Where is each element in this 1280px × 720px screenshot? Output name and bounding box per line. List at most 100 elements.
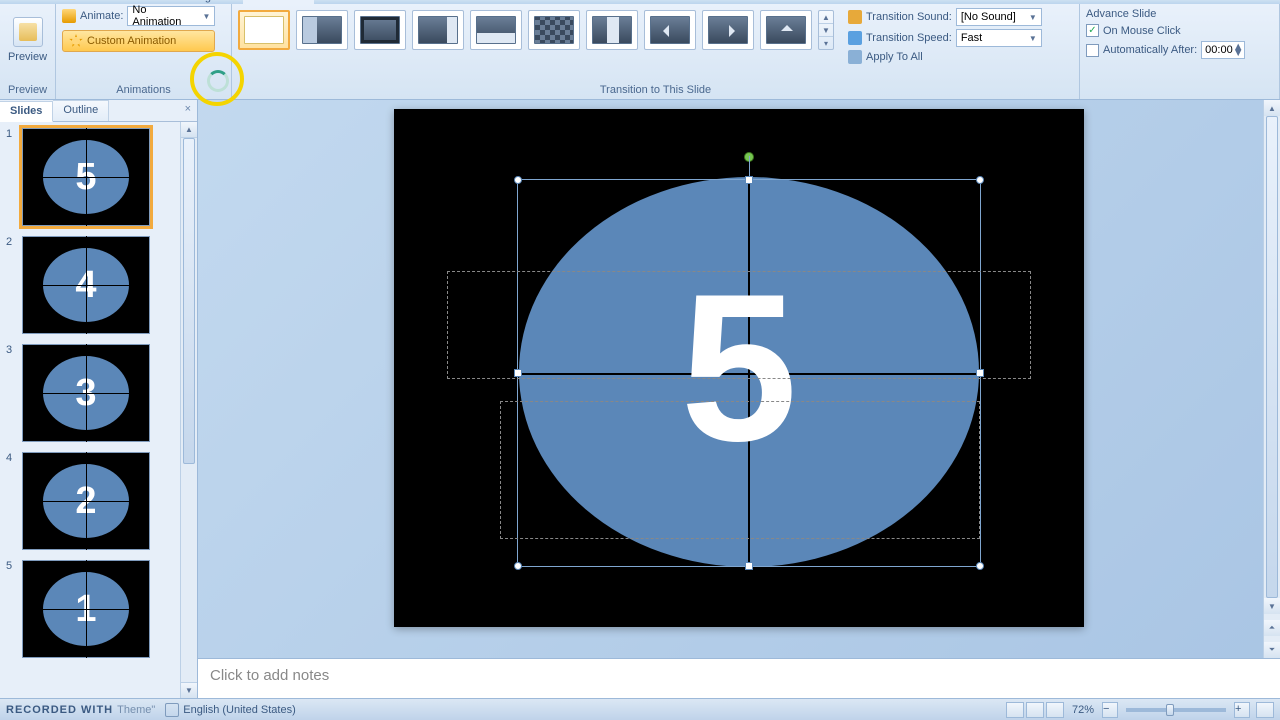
panel-close-button[interactable]: × — [179, 100, 197, 121]
slideshow-view-button[interactable] — [1046, 702, 1064, 718]
transition-gallery-more[interactable]: ▲▼▾ — [818, 10, 834, 50]
canvas-area[interactable]: 5 ▲ — [198, 100, 1280, 658]
normal-view-button[interactable] — [1006, 702, 1024, 718]
zoom-slider-thumb[interactable] — [1166, 704, 1174, 716]
selection-box-placeholder-2[interactable] — [500, 401, 980, 539]
transition-speed-combo[interactable]: Fast ▼ — [956, 29, 1042, 47]
tab-view[interactable]: View — [491, 0, 531, 4]
preview-icon — [13, 17, 43, 47]
transition-gallery: ▲▼▾ — [238, 6, 834, 50]
transition-option[interactable] — [644, 10, 696, 50]
spellcheck-icon — [165, 703, 179, 717]
thumb-number: 5 — [6, 560, 16, 658]
transition-options: Transition Sound: [No Sound] ▼ Transitio… — [848, 6, 1042, 64]
thumb-preview: 4 — [22, 236, 150, 334]
slides-tab[interactable]: Slides — [0, 101, 53, 122]
editor-scrollbar-vertical[interactable]: ▲ ▼ ⏶ ⏷ — [1263, 100, 1280, 658]
scroll-up-button[interactable]: ▲ — [181, 122, 197, 138]
apply-to-all-button[interactable]: Apply To All — [848, 50, 1042, 64]
transition-option[interactable] — [296, 10, 348, 50]
selection-box-placeholder-1[interactable] — [447, 271, 1031, 379]
transition-speed-value: Fast — [961, 32, 982, 44]
notes-pane[interactable]: Click to add notes — [198, 658, 1280, 698]
slides-panel: Slides Outline × 1 5 2 4 3 3 4 2 — [0, 100, 198, 698]
chevron-down-icon: ▼ — [1029, 13, 1037, 22]
tab-insert[interactable]: Insert — [113, 0, 157, 4]
panel-tabs: Slides Outline × — [0, 100, 197, 122]
transition-option[interactable] — [760, 10, 812, 50]
thumb-number: 4 — [6, 452, 16, 550]
next-slide-button[interactable]: ⏷ — [1264, 642, 1280, 658]
on-mouse-click-checkbox[interactable]: ✓ — [1086, 24, 1099, 37]
resize-handle-se[interactable] — [976, 562, 984, 570]
thumb-number: 3 — [6, 344, 16, 442]
scrollbar-thumb[interactable] — [183, 138, 195, 464]
group-label-animations: Animations — [62, 82, 225, 99]
workspace: Slides Outline × 1 5 2 4 3 3 4 2 — [0, 100, 1280, 698]
animate-combo[interactable]: No Animation ▼ — [127, 6, 215, 26]
transition-sound-combo[interactable]: [No Sound] ▼ — [956, 8, 1042, 26]
zoom-slider[interactable] — [1126, 708, 1226, 712]
transition-option[interactable] — [412, 10, 464, 50]
custom-animation-label: Custom Animation — [87, 35, 176, 47]
prev-slide-button[interactable]: ⏶ — [1264, 620, 1280, 636]
slide-thumbnail[interactable]: 5 1 — [0, 554, 179, 662]
auto-after-checkbox[interactable] — [1086, 44, 1099, 57]
tab-format[interactable]: Format — [548, 0, 599, 4]
slide-thumbnail[interactable]: 2 4 — [0, 230, 179, 338]
resize-handle-ne[interactable] — [976, 176, 984, 184]
slide-thumbnail[interactable]: 4 2 — [0, 446, 179, 554]
apply-to-all-label: Apply To All — [866, 51, 923, 63]
scroll-up-button[interactable]: ▲ — [1264, 100, 1280, 116]
group-label-transition: Transition to This Slide — [238, 82, 1073, 99]
preview-label: Preview — [8, 51, 47, 63]
status-language[interactable]: English (United States) — [165, 703, 296, 717]
scrollbar-thumb[interactable] — [1266, 116, 1278, 598]
zoom-in-button[interactable]: + — [1234, 702, 1250, 718]
transition-none[interactable] — [238, 10, 290, 50]
auto-after-label: Automatically After: — [1103, 44, 1197, 56]
star-icon — [69, 34, 83, 48]
tab-animations[interactable]: Animations — [243, 0, 313, 4]
transition-option[interactable] — [702, 10, 754, 50]
chevron-down-icon: ▼ — [203, 12, 211, 21]
tab-home[interactable]: Home — [50, 0, 95, 4]
resize-handle-nw[interactable] — [514, 176, 522, 184]
transition-option[interactable] — [470, 10, 522, 50]
resize-handle-s[interactable] — [745, 562, 753, 570]
scroll-down-button[interactable]: ▼ — [1264, 598, 1280, 614]
tab-slideshow[interactable]: Slide Show — [332, 0, 403, 4]
animate-label: Animate: — [80, 10, 123, 22]
tab-review[interactable]: Review — [421, 0, 473, 4]
sorter-view-button[interactable] — [1026, 702, 1044, 718]
resize-handle-sw[interactable] — [514, 562, 522, 570]
slide-thumbnail[interactable]: 3 3 — [0, 338, 179, 446]
slide-editor: 5 ▲ — [198, 100, 1280, 698]
apply-all-icon — [848, 50, 862, 64]
slide-canvas[interactable]: 5 — [394, 109, 1084, 627]
outline-tab[interactable]: Outline — [53, 100, 109, 121]
loading-spinner-icon — [207, 70, 229, 92]
thumb-preview: 2 — [22, 452, 150, 550]
custom-animation-button[interactable]: Custom Animation — [62, 30, 215, 52]
speed-icon — [848, 31, 862, 45]
transition-option[interactable] — [586, 10, 638, 50]
fit-to-window-button[interactable] — [1256, 702, 1274, 718]
transition-option[interactable] — [528, 10, 580, 50]
status-recorded: RECORDED WITH Theme" — [6, 704, 155, 716]
resize-handle-n[interactable] — [745, 176, 753, 184]
status-bar: RECORDED WITH Theme" English (United Sta… — [0, 698, 1280, 720]
zoom-out-button[interactable]: − — [1102, 702, 1118, 718]
auto-after-spinner[interactable]: 00:00 ▲▼ — [1201, 41, 1245, 59]
advance-slide-title: Advance Slide — [1086, 8, 1245, 20]
transition-sound-label: Transition Sound: — [866, 11, 952, 23]
thumbnails-scrollbar[interactable]: ▲ ▼ — [180, 122, 197, 698]
scroll-down-button[interactable]: ▼ — [181, 682, 197, 698]
slide-thumbnail[interactable]: 1 5 — [0, 122, 179, 230]
transition-option[interactable] — [354, 10, 406, 50]
thumb-number: 1 — [6, 128, 16, 226]
preview-button[interactable]: Preview — [6, 6, 49, 74]
group-label-preview: Preview — [6, 82, 49, 99]
tab-design[interactable]: Design — [175, 0, 225, 4]
slide-thumbnails: 1 5 2 4 3 3 4 2 5 1 — [0, 122, 197, 698]
